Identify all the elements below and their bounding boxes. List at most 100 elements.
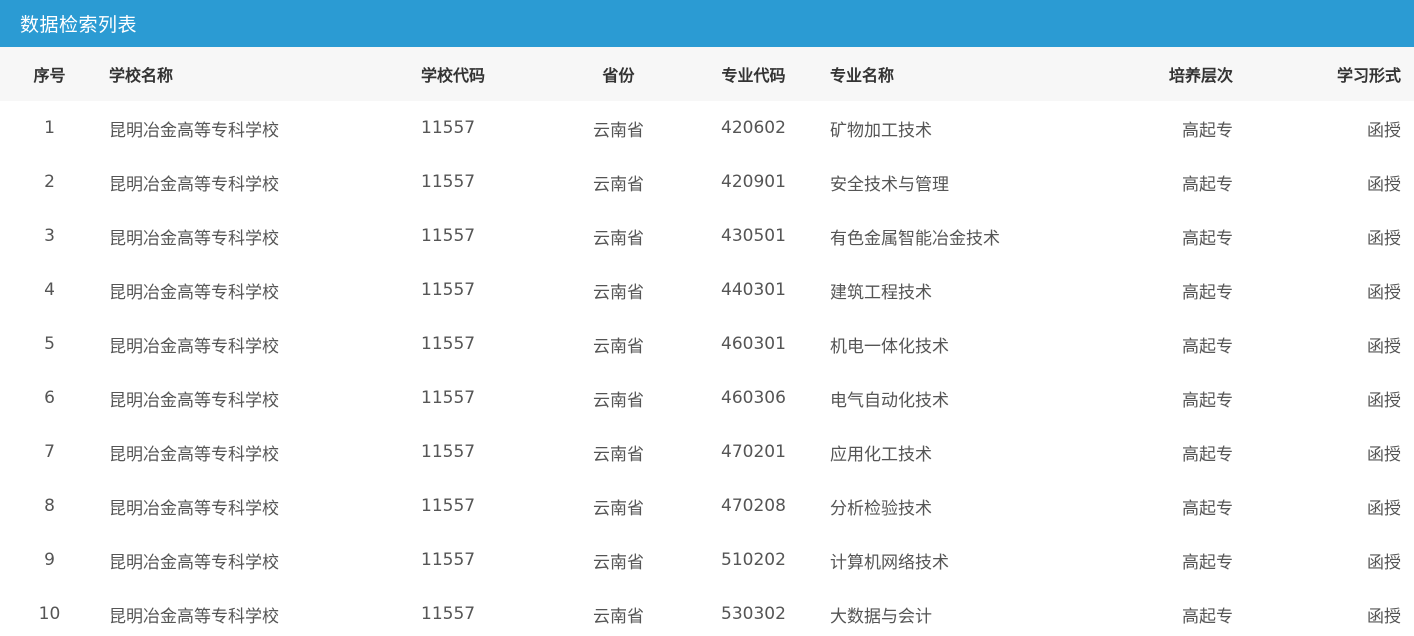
cell-school-name: 昆明冶金高等专科学校 — [109, 444, 279, 465]
table-row[interactable]: 3 昆明冶金高等专科学校 11557 云南省 430501 有色金属智能冶金技术 高起专 函授 — [0, 209, 1414, 263]
cell-school-code: 11557 — [421, 442, 476, 462]
cell-school-name: 昆明冶金高等专科学校 — [109, 390, 279, 411]
cell-school-code: 11557 — [421, 118, 476, 138]
cell-level: 高起专 — [1182, 606, 1233, 627]
cell-study-mode: 函授 — [1367, 498, 1401, 519]
header-study-mode: 学习形式 — [1336, 66, 1401, 85]
cell-study-mode: 函授 — [1367, 552, 1401, 573]
cell-index: 6 — [44, 388, 55, 408]
cell-major-code: 470201 — [721, 442, 786, 462]
cell-province: 云南省 — [593, 336, 644, 357]
cell-index: 5 — [44, 334, 55, 354]
header-province: 省份 — [602, 66, 635, 85]
cell-major-code: 460306 — [721, 388, 786, 408]
cell-level: 高起专 — [1182, 444, 1233, 465]
cell-study-mode: 函授 — [1367, 336, 1401, 357]
cell-major-code: 470208 — [721, 496, 786, 516]
cell-province: 云南省 — [593, 174, 644, 195]
cell-major-code: 460301 — [721, 334, 786, 354]
cell-province: 云南省 — [593, 552, 644, 573]
table-row[interactable]: 6 昆明冶金高等专科学校 11557 云南省 460306 电气自动化技术 高起专 函授 — [0, 371, 1414, 425]
cell-major-name: 机电一体化技术 — [830, 336, 949, 357]
cell-major-name: 矿物加工技术 — [830, 120, 932, 141]
cell-school-name: 昆明冶金高等专科学校 — [109, 120, 279, 141]
cell-study-mode: 函授 — [1367, 282, 1401, 303]
cell-province: 云南省 — [593, 606, 644, 627]
cell-study-mode: 函授 — [1367, 606, 1401, 627]
cell-province: 云南省 — [593, 444, 644, 465]
cell-province: 云南省 — [593, 120, 644, 141]
cell-school-name: 昆明冶金高等专科学校 — [109, 552, 279, 573]
cell-major-name: 安全技术与管理 — [830, 174, 949, 195]
cell-school-code: 11557 — [421, 226, 476, 246]
cell-index: 1 — [44, 118, 55, 138]
data-search-panel: 数据检索列表 序号 学校名称 学校代码 省份 专业代码 专业名称 培养层次 学习… — [0, 0, 1414, 636]
header-major-code: 专业代码 — [721, 66, 786, 85]
table-row[interactable]: 4 昆明冶金高等专科学校 11557 云南省 440301 建筑工程技术 高起专 函授 — [0, 263, 1414, 317]
header-index: 序号 — [33, 66, 66, 85]
table-header: 序号 学校名称 学校代码 省份 专业代码 专业名称 培养层次 学习形式 — [0, 47, 1414, 101]
header-school-name: 学校名称 — [109, 66, 174, 85]
cell-level: 高起专 — [1182, 498, 1233, 519]
cell-school-name: 昆明冶金高等专科学校 — [109, 228, 279, 249]
cell-index: 8 — [44, 496, 55, 516]
cell-level: 高起专 — [1182, 336, 1233, 357]
cell-major-code: 420602 — [721, 118, 786, 138]
cell-province: 云南省 — [593, 228, 644, 249]
panel-title: 数据检索列表 — [20, 14, 138, 36]
cell-study-mode: 函授 — [1367, 120, 1401, 141]
cell-school-code: 11557 — [421, 604, 476, 624]
table-row[interactable]: 5 昆明冶金高等专科学校 11557 云南省 460301 机电一体化技术 高起专 函授 — [0, 317, 1414, 371]
table-body: 1 昆明冶金高等专科学校 11557 云南省 420602 矿物加工技术 高起专 函授 2 昆明冶… — [0, 101, 1414, 636]
table-row[interactable]: 1 昆明冶金高等专科学校 11557 云南省 420602 矿物加工技术 高起专 函授 — [0, 101, 1414, 155]
cell-index: 10 — [38, 604, 61, 624]
cell-index: 4 — [44, 280, 55, 300]
table-row[interactable]: 2 昆明冶金高等专科学校 11557 云南省 420901 安全技术与管理 高起专 函授 — [0, 155, 1414, 209]
header-level: 培养层次 — [1168, 66, 1233, 85]
cell-level: 高起专 — [1182, 174, 1233, 195]
cell-study-mode: 函授 — [1367, 390, 1401, 411]
cell-study-mode: 函授 — [1367, 228, 1401, 249]
cell-school-name: 昆明冶金高等专科学校 — [109, 336, 279, 357]
cell-level: 高起专 — [1182, 120, 1233, 141]
cell-school-code: 11557 — [421, 280, 476, 300]
cell-level: 高起专 — [1182, 282, 1233, 303]
cell-major-name: 应用化工技术 — [830, 444, 932, 465]
cell-major-code: 530302 — [721, 604, 786, 624]
cell-major-name: 有色金属智能冶金技术 — [830, 228, 1000, 249]
cell-level: 高起专 — [1182, 390, 1233, 411]
cell-school-name: 昆明冶金高等专科学校 — [109, 174, 279, 195]
cell-major-name: 大数据与会计 — [830, 606, 932, 627]
cell-province: 云南省 — [593, 282, 644, 303]
cell-index: 7 — [44, 442, 55, 462]
cell-index: 9 — [44, 550, 55, 570]
cell-major-name: 建筑工程技术 — [830, 282, 932, 303]
cell-index: 2 — [44, 172, 55, 192]
cell-province: 云南省 — [593, 498, 644, 519]
cell-school-code: 11557 — [421, 550, 476, 570]
cell-level: 高起专 — [1182, 228, 1233, 249]
cell-major-name: 分析检验技术 — [830, 498, 932, 519]
cell-major-code: 420901 — [721, 172, 786, 192]
panel-title-bar: 数据检索列表 — [0, 0, 1414, 47]
table-row[interactable]: 9 昆明冶金高等专科学校 11557 云南省 510202 计算机网络技术 高起专 函授 — [0, 533, 1414, 587]
header-row: 序号 学校名称 学校代码 省份 专业代码 专业名称 培养层次 学习形式 — [0, 47, 1414, 101]
results-table: 序号 学校名称 学校代码 省份 专业代码 专业名称 培养层次 学习形式 1 昆明冶… — [0, 47, 1414, 636]
cell-major-name: 计算机网络技术 — [830, 552, 949, 573]
cell-major-code: 430501 — [721, 226, 786, 246]
cell-province: 云南省 — [593, 390, 644, 411]
table-row[interactable]: 10 昆明冶金高等专科学校 11557 云南省 530302 大数据与会计 高起专 函授 — [0, 587, 1414, 636]
header-school-code: 学校代码 — [421, 66, 486, 85]
cell-school-code: 11557 — [421, 172, 476, 192]
cell-school-name: 昆明冶金高等专科学校 — [109, 498, 279, 519]
cell-school-code: 11557 — [421, 334, 476, 354]
cell-major-code: 510202 — [721, 550, 786, 570]
cell-index: 3 — [44, 226, 55, 246]
cell-school-name: 昆明冶金高等专科学校 — [109, 282, 279, 303]
table-row[interactable]: 8 昆明冶金高等专科学校 11557 云南省 470208 分析检验技术 高起专 函授 — [0, 479, 1414, 533]
table-row[interactable]: 7 昆明冶金高等专科学校 11557 云南省 470201 应用化工技术 高起专 函授 — [0, 425, 1414, 479]
cell-study-mode: 函授 — [1367, 174, 1401, 195]
cell-school-name: 昆明冶金高等专科学校 — [109, 606, 279, 627]
cell-school-code: 11557 — [421, 496, 476, 516]
cell-major-name: 电气自动化技术 — [830, 390, 949, 411]
